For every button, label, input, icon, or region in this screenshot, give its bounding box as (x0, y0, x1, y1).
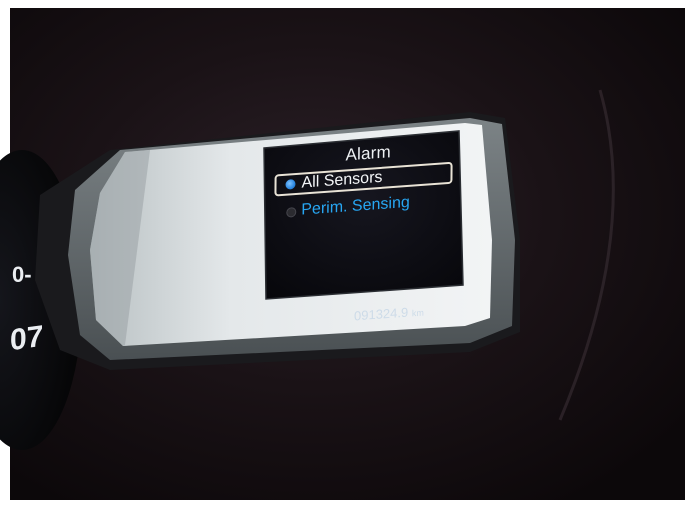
gauge-digit-upper: 0- (12, 262, 32, 287)
alarm-menu: Alarm All Sensors Perim. Sensing (267, 117, 469, 300)
gauge-digit-lower: 07 (10, 319, 44, 358)
photo: Alarm All Sensors Perim. Sensing 091324.… (0, 0, 693, 507)
radio-unselected-icon (286, 206, 297, 218)
option-perim-sensing[interactable]: Perim. Sensing (301, 194, 410, 220)
odometer-unit: km (411, 307, 424, 319)
